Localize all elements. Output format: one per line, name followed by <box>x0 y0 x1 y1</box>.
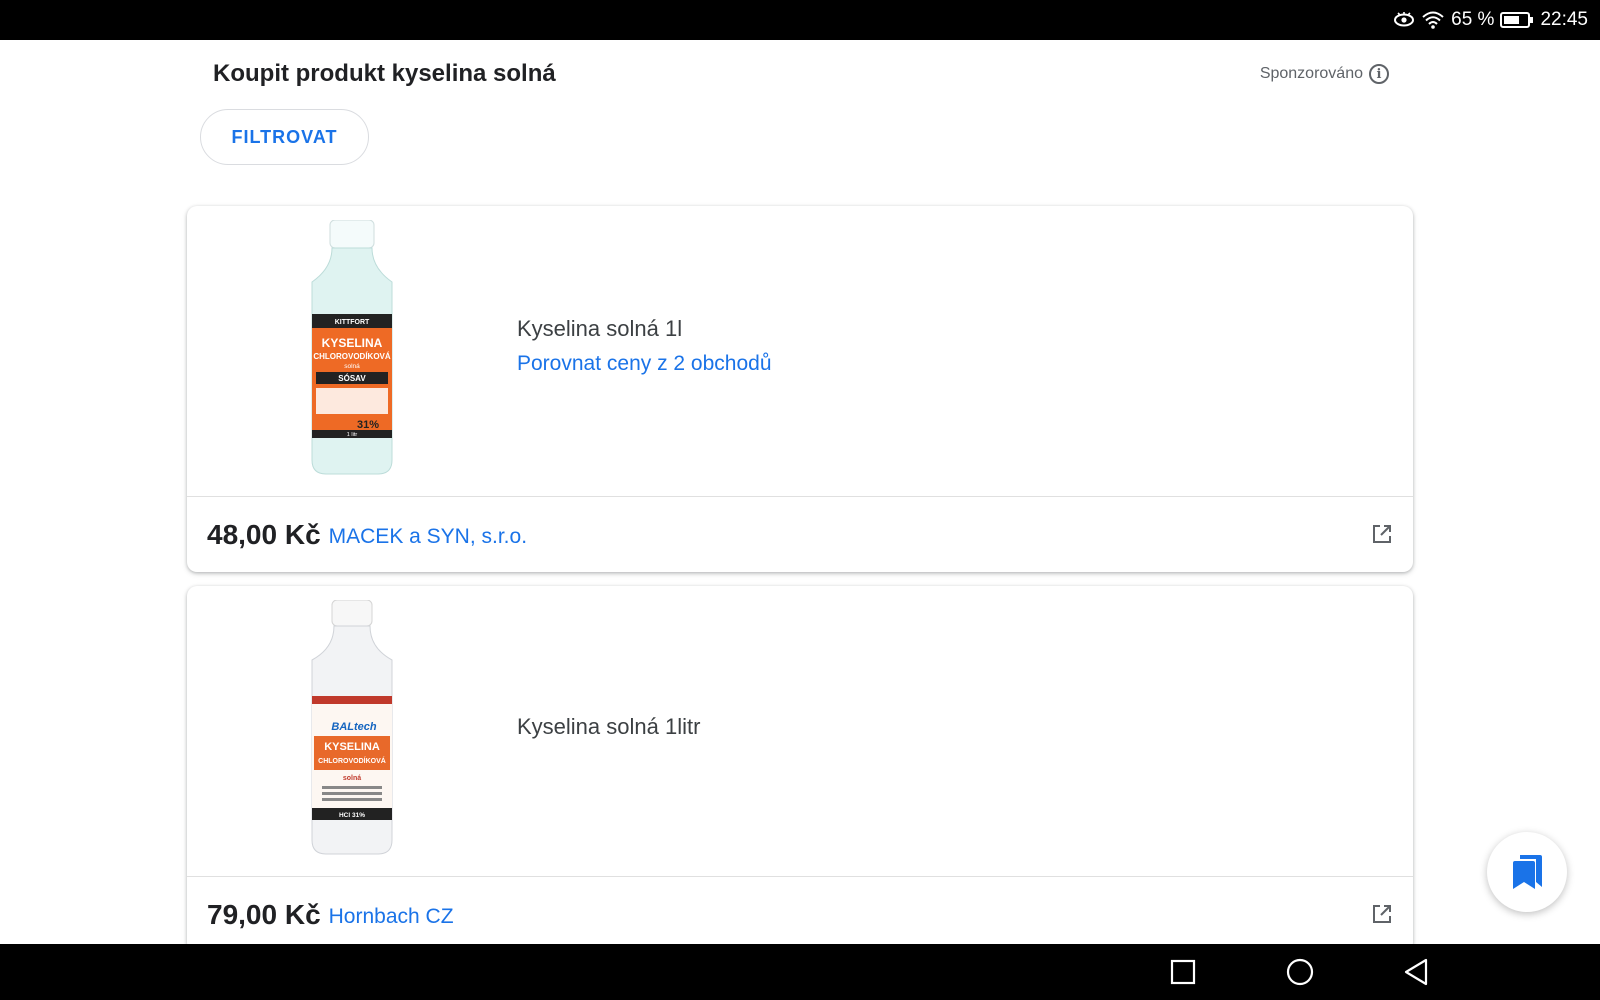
product-price: 48,00 Kč <box>207 518 321 550</box>
product-title[interactable]: Kyselina solná 1litr <box>517 714 700 740</box>
product-title[interactable]: Kyselina solná 1l <box>517 316 682 342</box>
bookmark-icon <box>1513 855 1542 889</box>
recent-apps-icon[interactable] <box>1169 958 1197 986</box>
label-volume: 1 litr <box>347 432 358 438</box>
label-title: KYSELINA <box>324 741 380 753</box>
external-link-icon[interactable] <box>1371 903 1393 925</box>
product-image[interactable]: BALtech KYSELINA CHLOROVODÍKOVÁ solná HC… <box>302 600 402 856</box>
label-small: solná <box>343 775 361 782</box>
battery-icon <box>1500 11 1534 29</box>
compare-prices-link[interactable]: Porovnat ceny z 2 obchodů <box>517 352 772 376</box>
merchant-link[interactable]: Hornbach CZ <box>329 905 454 929</box>
offer-row[interactable]: 79,00 Kč Hornbach CZ <box>187 877 1413 944</box>
label-small: solná <box>344 363 360 370</box>
label-extra: SÓSAV <box>338 374 366 383</box>
wifi-icon <box>1421 11 1445 29</box>
battery-percent: 65 % <box>1451 9 1495 30</box>
product-price: 79,00 Kč <box>207 898 321 930</box>
label-percent: 31% <box>357 419 379 431</box>
status-bar: 65 % 22:45 <box>0 0 1600 40</box>
page-title: Koupit produkt kyselina solná <box>213 60 556 87</box>
sponsored-text: Sponzorováno <box>1259 65 1363 82</box>
filter-button[interactable]: FILTROVAT <box>200 109 369 165</box>
info-icon[interactable]: i <box>1369 64 1389 84</box>
bookmarks-fab[interactable] <box>1487 832 1567 912</box>
product-card[interactable]: KITTFORT KYSELINA CHLOROVODÍKOVÁ solná S… <box>187 206 1413 572</box>
system-nav-bar <box>0 944 1600 1000</box>
product-image[interactable]: KITTFORT KYSELINA CHLOROVODÍKOVÁ solná S… <box>302 220 402 476</box>
label-title: KYSELINA <box>322 336 383 350</box>
label-subtitle: CHLOROVODÍKOVÁ <box>318 756 386 765</box>
clock: 22:45 <box>1540 9 1588 30</box>
offer-row[interactable]: 48,00 Kč MACEK a SYN, s.r.o. <box>187 497 1413 572</box>
back-icon[interactable] <box>1403 958 1431 986</box>
label-subtitle: CHLOROVODÍKOVÁ <box>313 352 391 361</box>
product-card-top[interactable]: BALtech KYSELINA CHLOROVODÍKOVÁ solná HC… <box>187 586 1413 877</box>
merchant-link[interactable]: MACEK a SYN, s.r.o. <box>329 525 527 549</box>
sponsored-label[interactable]: Sponzorováno i <box>1260 64 1389 84</box>
product-card[interactable]: BALtech KYSELINA CHLOROVODÍKOVÁ solná HC… <box>187 586 1413 944</box>
label-brand: KITTFORT <box>335 319 370 326</box>
product-card-top[interactable]: KITTFORT KYSELINA CHLOROVODÍKOVÁ solná S… <box>187 206 1413 497</box>
external-link-icon[interactable] <box>1371 523 1393 545</box>
eye-icon <box>1393 12 1415 28</box>
label-brand: BALtech <box>331 721 377 733</box>
home-icon[interactable] <box>1286 958 1314 986</box>
shopping-results: Koupit produkt kyselina solná Sponzorová… <box>0 40 1600 944</box>
label-percent: HCl 31% <box>339 812 365 819</box>
